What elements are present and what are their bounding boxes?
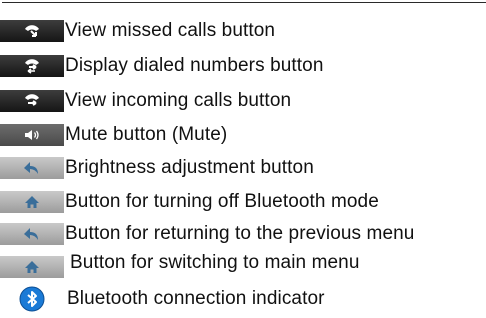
bluetooth-icon — [0, 286, 64, 312]
legend-label: Brightness adjustment button — [65, 157, 314, 178]
legend-row-incoming-calls: View incoming calls button — [0, 86, 486, 116]
legend-row-mute: Mute button (Mute) — [0, 120, 486, 150]
legend-row-missed-calls: View missed calls button — [0, 16, 486, 46]
speaker-mute-icon — [0, 124, 64, 146]
dialed-call-icon — [0, 55, 64, 77]
legend-label: Button for switching to main menu — [70, 252, 360, 273]
legend-row-brightness: Brightness adjustment button — [0, 153, 486, 183]
legend-row-bluetooth-indicator: Bluetooth connection indicator — [0, 284, 486, 314]
legend-row-main-menu: Button for switching to main menu — [0, 251, 486, 281]
back-arrow-icon — [0, 157, 64, 179]
home-icon — [0, 191, 64, 213]
legend-label: View incoming calls button — [65, 90, 292, 111]
home-icon — [0, 256, 64, 278]
back-arrow-icon — [0, 223, 64, 245]
legend-label: Button for turning off Bluetooth mode — [65, 191, 379, 212]
legend-label: Button for returning to the previous men… — [65, 223, 415, 244]
top-divider — [2, 2, 486, 3]
incoming-call-icon — [0, 90, 64, 112]
legend-row-dialed-numbers: Display dialed numbers button — [0, 51, 486, 81]
legend-label: Display dialed numbers button — [65, 55, 324, 76]
legend-row-previous-menu: Button for returning to the previous men… — [0, 219, 486, 249]
legend-row-bluetooth-off: Button for turning off Bluetooth mode — [0, 187, 486, 217]
missed-call-icon — [0, 20, 64, 42]
legend-label: Mute button (Mute) — [65, 124, 228, 145]
legend-label: View missed calls button — [65, 20, 276, 41]
legend-label: Bluetooth connection indicator — [67, 288, 325, 309]
